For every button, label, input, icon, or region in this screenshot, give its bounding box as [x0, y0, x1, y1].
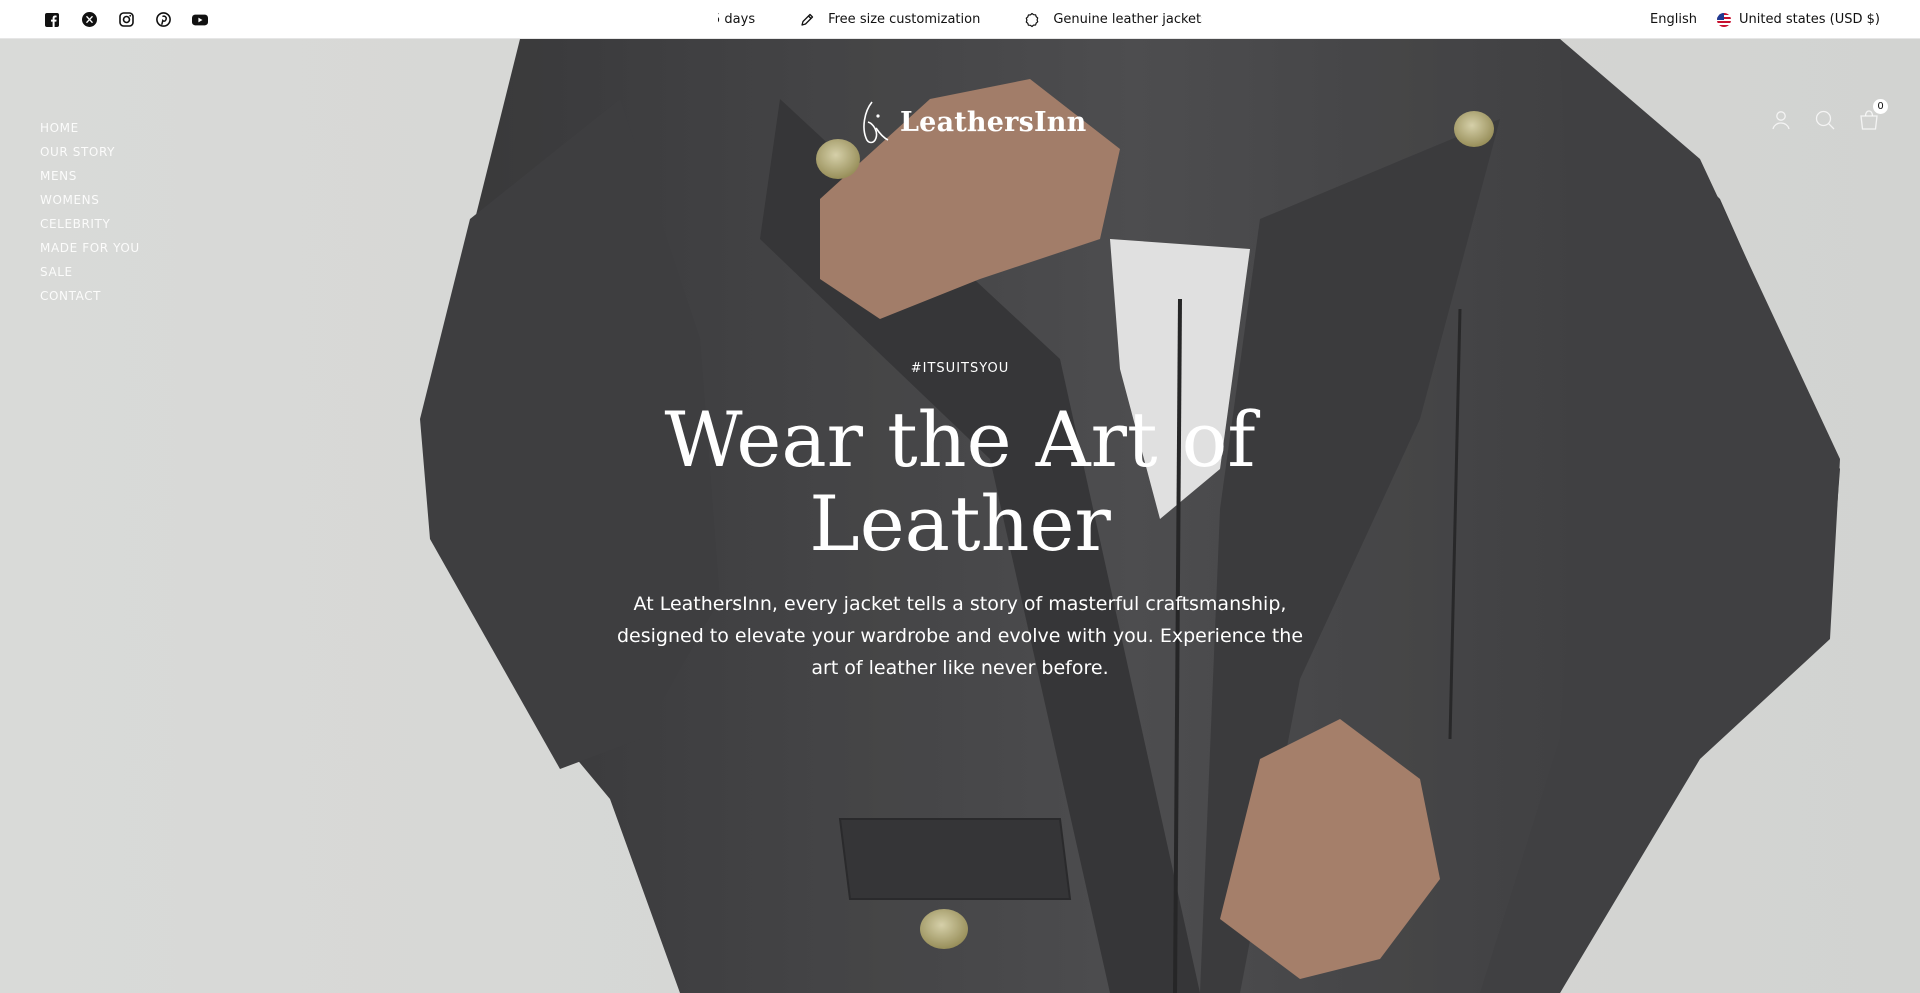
social-links: [44, 0, 208, 39]
nav-item-made-for-you[interactable]: MADE FOR YOU: [40, 239, 140, 257]
nav-item-mens[interactable]: MENS: [40, 167, 140, 185]
country-selector[interactable]: United states (USD $): [1716, 12, 1880, 27]
hero-eyebrow: #ITSUITSYOU: [910, 361, 1010, 376]
main-nav: HOME OUR STORY MENS WOMENS CELEBRITY MAD…: [40, 119, 140, 305]
nav-item-celebrity[interactable]: CELEBRITY: [40, 215, 140, 233]
locale-selectors: English United states (USD $): [1650, 0, 1880, 39]
announcement-text: Free size customization: [828, 12, 981, 27]
country-label: United states (USD $): [1738, 12, 1880, 27]
nav-item-our-story[interactable]: OUR STORY: [40, 143, 140, 161]
nav-item-womens[interactable]: WOMENS: [40, 191, 140, 209]
nav-item-contact[interactable]: CONTACT: [40, 287, 140, 305]
cart-count-badge: 0: [1873, 99, 1888, 114]
hero-section: HOME OUR STORY MENS WOMENS CELEBRITY MAD…: [0, 39, 1920, 993]
announcement-item: 5 days: [718, 12, 755, 27]
hero-headline: Wear the Art of Leather: [664, 395, 1256, 568]
facebook-icon[interactable]: [44, 12, 60, 28]
brand-name: LeathersInn: [900, 106, 1087, 138]
ribbon-icon: [1026, 12, 1039, 27]
announcement-item: Genuine leather jackets: [1024, 12, 1202, 28]
header-actions: 0: [1770, 99, 1888, 131]
announcement-item: Free size customization: [799, 12, 980, 28]
announcement-text: 5 days: [718, 12, 756, 27]
language-selector[interactable]: English: [1650, 12, 1697, 27]
announcement-text: Genuine leather jackets: [1053, 12, 1202, 27]
nav-item-home[interactable]: HOME: [40, 119, 140, 137]
instagram-icon[interactable]: [118, 12, 134, 28]
x-twitter-icon[interactable]: [81, 12, 97, 28]
search-icon[interactable]: [1814, 109, 1836, 131]
nav-item-sale[interactable]: SALE: [40, 263, 140, 281]
pencil-icon: [801, 13, 814, 26]
brand-logo[interactable]: LeathersInn: [858, 97, 1086, 147]
announcement-ticker: 5 days Free size customization Genuine l…: [718, 0, 1202, 39]
announcement-bar: 5 days Free size customization Genuine l…: [0, 0, 1920, 39]
youtube-icon[interactable]: [192, 12, 208, 28]
pinterest-icon[interactable]: [155, 12, 171, 28]
cart-button[interactable]: 0: [1858, 99, 1888, 131]
logo-mark-icon: [863, 101, 889, 144]
account-icon[interactable]: [1770, 109, 1792, 131]
us-flag-icon: [1716, 12, 1731, 27]
hero-subtext: At LeathersInn, every jacket tells a sto…: [616, 593, 1304, 679]
hero-content: #ITSUITSYOU Wear the Art of Leather At L…: [560, 361, 1360, 684]
